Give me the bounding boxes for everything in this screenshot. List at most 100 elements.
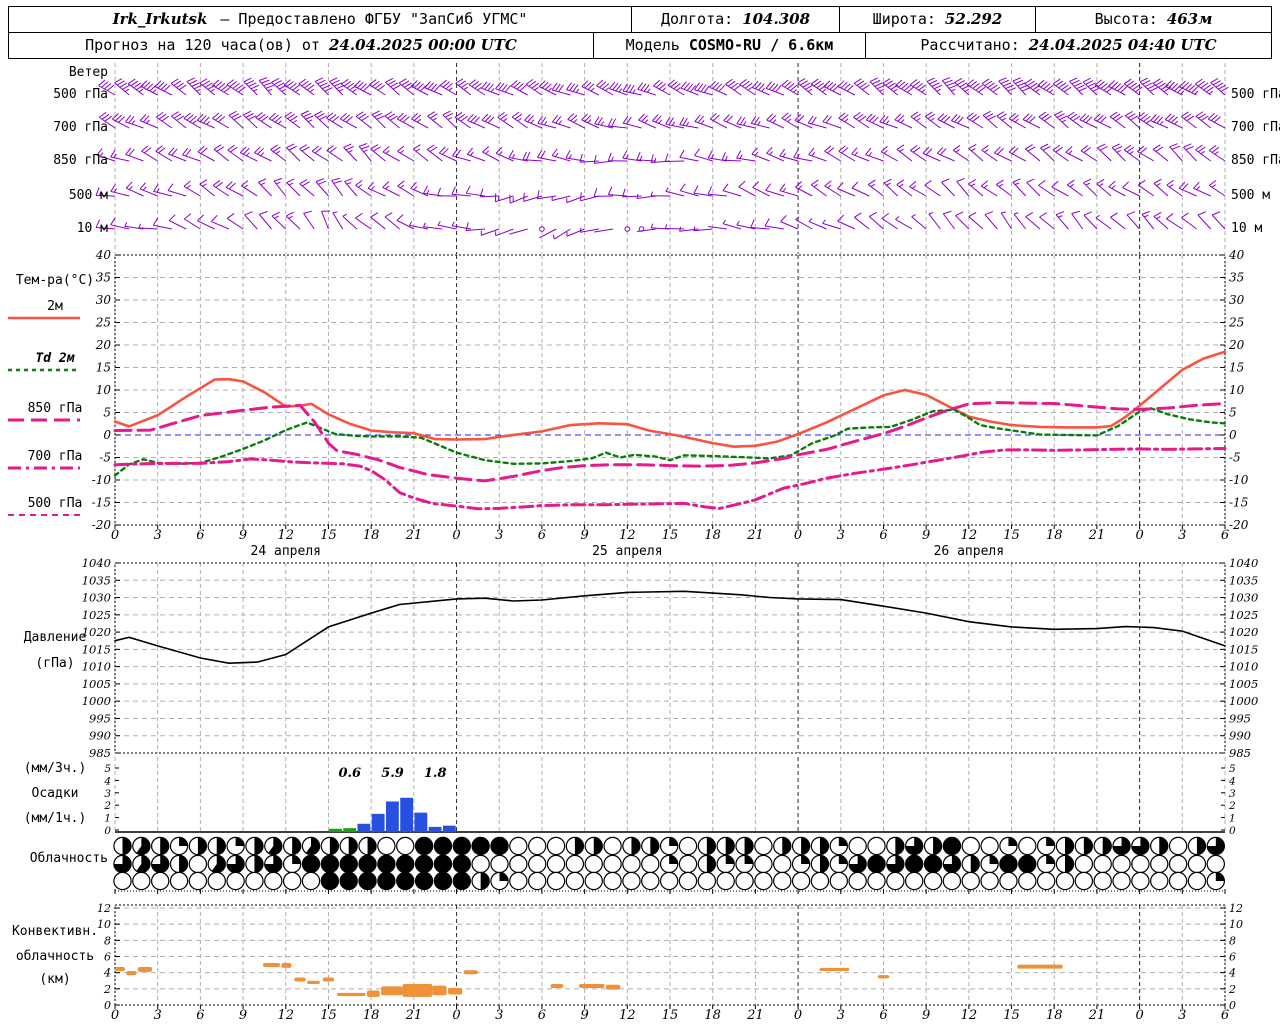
svg-text:1035: 1035 [82, 573, 111, 587]
wind-level-850hpa-label: 850 гПа [53, 153, 108, 168]
legend-t2m-label: 2м [47, 299, 63, 314]
svg-text:9: 9 [922, 1008, 930, 1023]
svg-text:3: 3 [837, 1008, 845, 1023]
wind-level-500hpa-label: 500 гПа [53, 87, 108, 102]
legend-850-label: 850 гПа [27, 401, 83, 416]
svg-text:15: 15 [320, 528, 337, 543]
legend-700-label: 700 гПа [27, 449, 83, 464]
svg-text:12: 12 [619, 528, 636, 543]
wind-level-500m-label: 500 м [68, 188, 108, 203]
svg-text:1000: 1000 [1229, 694, 1258, 708]
svg-text:5: 5 [1229, 406, 1237, 420]
svg-text:25: 25 [95, 316, 111, 330]
svg-text:40: 40 [95, 248, 112, 262]
svg-text:1020: 1020 [1229, 625, 1258, 639]
svg-text:3: 3 [154, 1008, 162, 1023]
svg-text:6: 6 [1221, 1008, 1229, 1023]
svg-text:21: 21 [1088, 1008, 1106, 1023]
pressure-panel-label: Давление [23, 630, 87, 645]
svg-text:1025: 1025 [1229, 608, 1258, 622]
svg-text:0: 0 [1135, 528, 1143, 543]
svg-text:3: 3 [154, 528, 162, 543]
svg-text:3: 3 [495, 1008, 503, 1023]
svg-text:4: 4 [1228, 967, 1236, 980]
pressure-units-label: (гПа) [35, 656, 75, 671]
legend-500-label: 500 гПа [27, 496, 83, 511]
svg-text:21: 21 [1088, 528, 1106, 543]
svg-text:12: 12 [619, 1008, 636, 1023]
svg-text:10: 10 [1229, 383, 1245, 397]
svg-text:2: 2 [103, 800, 111, 812]
svg-text:6: 6 [196, 1008, 204, 1023]
svg-text:21: 21 [746, 1008, 764, 1023]
svg-text:-20: -20 [92, 518, 112, 532]
svg-text:15: 15 [1003, 1008, 1020, 1023]
svg-text:2: 2 [1228, 983, 1236, 996]
svg-text:18: 18 [363, 1008, 380, 1023]
svg-text:3: 3 [837, 528, 845, 543]
svg-text:15: 15 [1003, 528, 1020, 543]
svg-text:12: 12 [1229, 902, 1243, 915]
precip-1h-units-label: (мм/1ч.) [23, 811, 87, 826]
svg-text:10: 10 [96, 383, 112, 397]
wind-level-850hpa-label-right: 850 гПа [1231, 153, 1280, 168]
svg-text:1030: 1030 [82, 591, 111, 605]
svg-text:26 апреля: 26 апреля [934, 544, 1004, 559]
svg-text:0: 0 [452, 528, 460, 543]
meteogram-canvas: 40 4035 3530 3025 2520 2015 1510 105 50 0-5 -5-10-… [8, 63, 1258, 1023]
svg-text:12: 12 [277, 528, 294, 543]
svg-text:985: 985 [89, 746, 111, 760]
cloud-panel-label: Облачность [29, 851, 108, 866]
svg-text:35: 35 [1229, 271, 1244, 285]
svg-text:1040: 1040 [82, 556, 111, 570]
svg-text:40: 40 [1228, 248, 1245, 262]
wind-panel-label: Ветер [68, 65, 108, 80]
svg-text:3: 3 [1229, 788, 1236, 800]
svg-text:4: 4 [103, 775, 111, 787]
svg-text:15: 15 [1229, 361, 1244, 375]
svg-text:-20: -20 [1229, 518, 1249, 532]
svg-text:0: 0 [111, 528, 119, 543]
svg-text:18: 18 [1046, 1008, 1063, 1023]
svg-text:30: 30 [1229, 293, 1245, 307]
svg-text:15: 15 [662, 528, 679, 543]
wind-level-500hpa-label-right: 500 гПа [1231, 87, 1280, 102]
conv-panel-label-1: Конвективн. [11, 924, 99, 939]
svg-text:0.6: 0.6 [338, 766, 361, 781]
wind-level-10m-label-right: 10 м [1231, 221, 1263, 236]
conv-panel-label-2: облачность [15, 949, 95, 964]
svg-text:8: 8 [1229, 934, 1236, 947]
svg-text:0: 0 [452, 1008, 460, 1023]
svg-text:9: 9 [580, 1008, 588, 1023]
svg-text:1015: 1015 [1229, 642, 1258, 656]
svg-text:6: 6 [1221, 528, 1229, 543]
svg-text:0: 0 [111, 1008, 119, 1023]
conv-units-label: (км) [39, 972, 71, 987]
svg-text:5: 5 [1229, 763, 1236, 775]
svg-text:15: 15 [320, 1008, 337, 1023]
svg-text:0: 0 [104, 825, 111, 837]
svg-text:15: 15 [662, 1008, 679, 1023]
svg-text:985: 985 [1229, 746, 1251, 760]
svg-text:6: 6 [879, 1008, 887, 1023]
svg-text:995: 995 [89, 711, 111, 725]
svg-text:1025: 1025 [82, 608, 111, 622]
svg-text:0: 0 [794, 1008, 802, 1023]
svg-text:6: 6 [196, 528, 204, 543]
svg-text:1.8: 1.8 [424, 766, 447, 781]
legend-td2m-label: Td 2м [35, 351, 75, 366]
svg-text:21: 21 [405, 528, 423, 543]
svg-text:6: 6 [538, 528, 546, 543]
svg-text:0: 0 [1229, 999, 1236, 1012]
svg-text:12: 12 [961, 528, 978, 543]
svg-text:0: 0 [1229, 428, 1237, 442]
svg-text:18: 18 [704, 528, 721, 543]
svg-text:21: 21 [746, 528, 764, 543]
svg-text:3: 3 [1178, 528, 1186, 543]
svg-text:12: 12 [97, 902, 111, 915]
svg-text:10: 10 [1229, 918, 1243, 931]
svg-text:1010: 1010 [1229, 660, 1258, 674]
svg-text:0: 0 [103, 428, 111, 442]
svg-text:2: 2 [1228, 800, 1236, 812]
svg-text:3: 3 [495, 528, 503, 543]
